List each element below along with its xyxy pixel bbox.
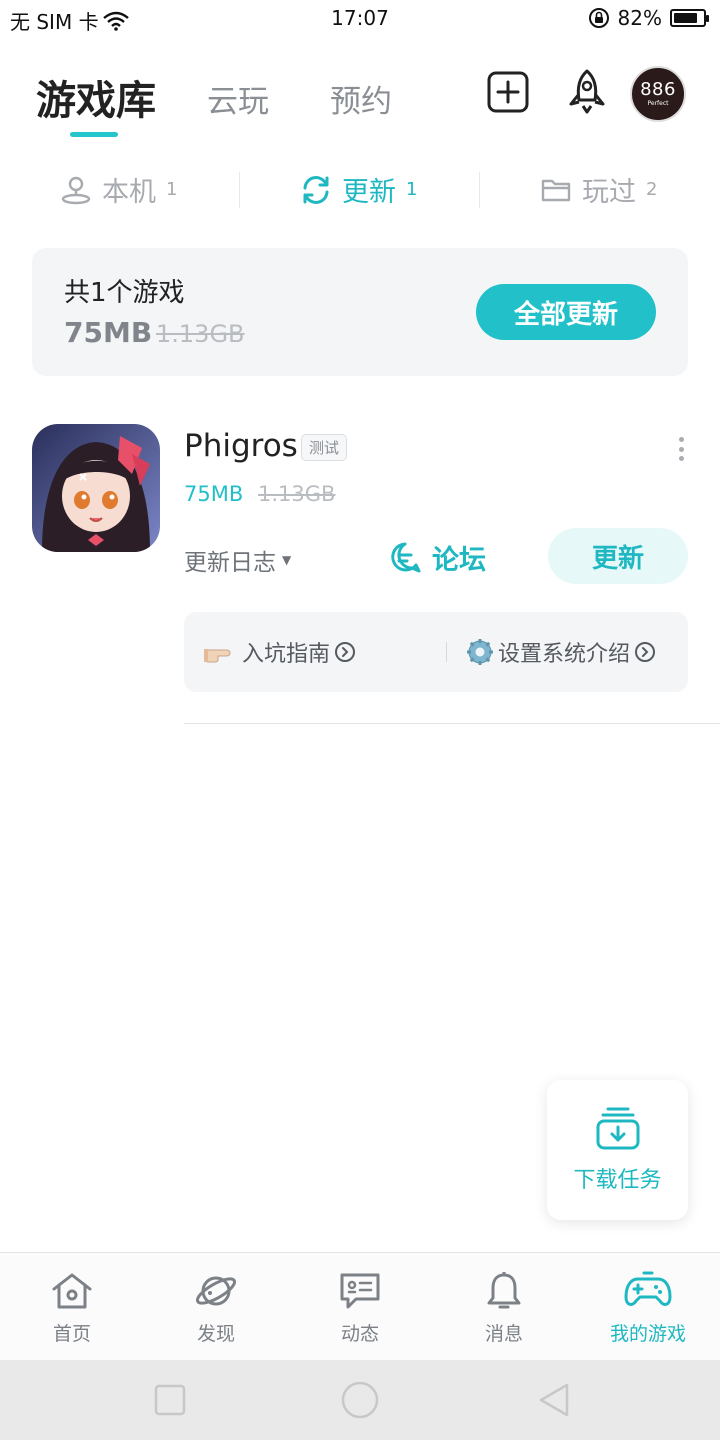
update-button[interactable]: 更新 [548, 528, 688, 584]
guide-beginner-label: 入坑指南 [242, 642, 331, 667]
status-right: 82% [588, 6, 709, 30]
download-task-button[interactable]: 下载任务 [547, 1080, 688, 1220]
forum-chat-icon [391, 542, 421, 572]
game-name[interactable]: Phigros [184, 428, 298, 464]
nav-discover-label: 发现 [196, 1323, 235, 1345]
system-navigation-bar [0, 1360, 720, 1440]
user-location-icon [61, 176, 91, 204]
header: 游戏库 云玩 预约 886 Perfect [0, 56, 720, 146]
add-square-icon[interactable] [484, 68, 532, 116]
summary-title: 共1个游戏 [64, 278, 185, 308]
game-original-size: 1.13GB [258, 482, 336, 506]
update-all-button[interactable]: 全部更新 [476, 284, 656, 340]
gear-icon [467, 639, 493, 665]
download-task-label: 下载任务 [573, 1168, 662, 1193]
subtab-updates-count: 1 [406, 179, 418, 200]
rocket-icon[interactable] [563, 68, 611, 116]
forum-label: 论坛 [432, 545, 486, 576]
guide-divider [446, 642, 447, 662]
nav-my-games[interactable]: 我的游戏 [576, 1271, 720, 1346]
nav-messages[interactable]: 消息 [432, 1271, 576, 1346]
bell-icon [487, 1272, 521, 1309]
battery-fill [674, 13, 697, 23]
chevron-circle-icon [335, 642, 356, 662]
nav-home-label: 首页 [52, 1323, 91, 1345]
tab-game-library[interactable]: 游戏库 [36, 68, 156, 126]
rotation-lock-icon [588, 8, 609, 28]
active-tab-indicator [70, 132, 118, 137]
tab-reservation[interactable]: 预约 [330, 76, 392, 121]
pointing-hand-icon [204, 649, 231, 663]
status-bar: 无 SIM 卡 17:07 82% [0, 0, 720, 40]
planet-icon [195, 1276, 237, 1306]
subtab-local-count: 1 [166, 179, 178, 200]
subtab-updates[interactable]: 更新 1 [300, 170, 417, 209]
nav-messages-label: 消息 [484, 1323, 523, 1345]
chat-card-icon [340, 1273, 380, 1309]
subtab-divider [239, 172, 240, 208]
avatar-subtext: Perfect [647, 100, 669, 107]
nav-activity-label: 动态 [340, 1323, 379, 1345]
refresh-icon [303, 175, 329, 204]
guide-link-beginner[interactable]: 入坑指南 [204, 636, 356, 668]
nav-home[interactable]: 首页 [0, 1271, 144, 1346]
guide-link-settings[interactable]: 设置系统介绍 [466, 636, 666, 668]
forum-link[interactable]: 论坛 [388, 538, 486, 577]
folder-icon [541, 179, 571, 201]
battery-text: 82% [617, 6, 662, 30]
subtab-divider [479, 172, 480, 208]
row-divider [184, 723, 720, 724]
nav-discover[interactable]: 发现 [144, 1271, 288, 1346]
avatar-number: 886 [640, 79, 676, 100]
subtab-updates-label: 更新 [342, 177, 396, 208]
tab-cloud-play[interactable]: 云玩 [207, 76, 269, 121]
back-icon[interactable] [534, 1380, 574, 1420]
test-badge: 测试 [301, 434, 348, 461]
caret-down-icon: ▼ [282, 553, 292, 567]
game-icon-phigros[interactable] [32, 424, 160, 552]
summary-update-size: 75MB [64, 316, 153, 349]
more-options-icon[interactable] [670, 434, 692, 464]
game-update-size: 75MB [184, 482, 244, 506]
subtab-local[interactable]: 本机 1 [60, 170, 177, 209]
subtab-played-label: 玩过 [582, 177, 636, 208]
subtab-local-label: 本机 [102, 177, 156, 208]
changelog-toggle[interactable]: 更新日志 ▼ [184, 543, 291, 577]
summary-original-size: 1.13GB [156, 320, 245, 348]
update-summary-card: 共1个游戏 75MB 1.13GB 全部更新 [32, 248, 688, 376]
filter-subtabs: 本机 1 更新 1 玩过 2 [0, 166, 720, 216]
avatar[interactable]: 886 Perfect [630, 66, 686, 122]
download-tray-icon [596, 1107, 639, 1150]
home-icon [52, 1273, 92, 1309]
bottom-nav: 首页 发现 动态 消息 我的游戏 [0, 1252, 720, 1360]
recents-icon[interactable] [150, 1380, 190, 1420]
guide-links: 入坑指南 设置系统介绍 [184, 612, 688, 692]
nav-activity[interactable]: 动态 [288, 1271, 432, 1346]
gamepad-icon [624, 1271, 672, 1306]
chevron-circle-icon [635, 642, 656, 662]
home-system-icon[interactable] [340, 1380, 380, 1420]
subtab-played-count: 2 [646, 179, 658, 200]
nav-my-games-label: 我的游戏 [609, 1323, 686, 1345]
subtab-played[interactable]: 玩过 2 [540, 170, 657, 209]
guide-settings-label: 设置系统介绍 [498, 642, 631, 667]
changelog-label: 更新日志 [184, 550, 276, 576]
battery-icon [670, 9, 709, 27]
